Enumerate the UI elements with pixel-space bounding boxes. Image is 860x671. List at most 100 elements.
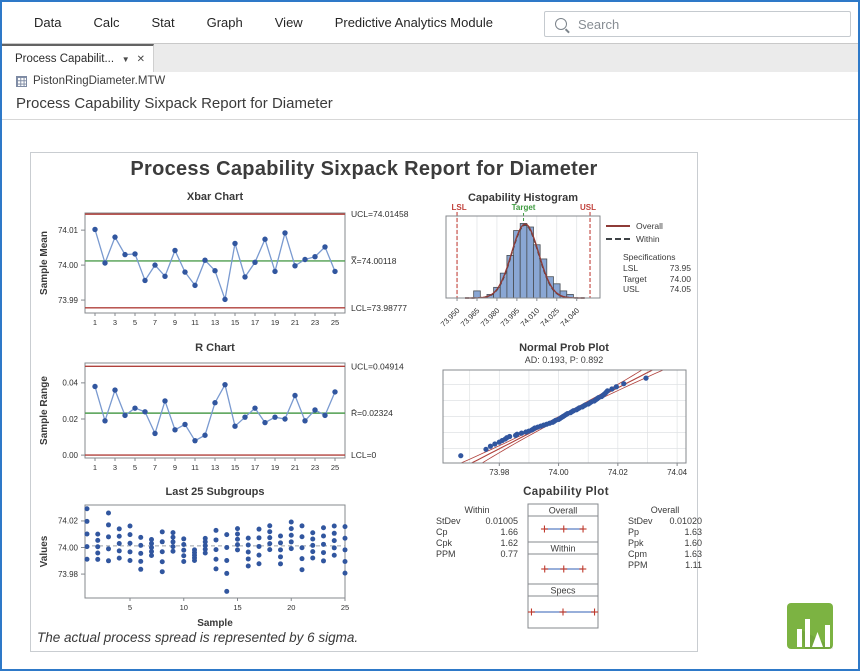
- svg-text:19: 19: [271, 463, 279, 472]
- svg-text:7: 7: [153, 463, 157, 472]
- r-chart: R ChartSample Range0.000.020.04135791113…: [33, 337, 433, 477]
- menu-item-view[interactable]: View: [259, 15, 319, 30]
- svg-text:LSL: LSL: [451, 203, 466, 212]
- report-footnote: The actual process spread is represented…: [37, 630, 358, 645]
- stat-label: StDev: [628, 516, 653, 527]
- svg-text:Sample Mean: Sample Mean: [39, 231, 50, 295]
- svg-text:25: 25: [331, 463, 339, 472]
- svg-text:Values: Values: [39, 535, 50, 567]
- divider: [2, 119, 858, 120]
- search-input[interactable]: [576, 16, 850, 33]
- menu-item-stat[interactable]: Stat: [135, 15, 190, 30]
- svg-text:17: 17: [251, 463, 259, 472]
- svg-text:25: 25: [341, 603, 349, 612]
- worksheet-name: PistonRingDiameter.MTW: [33, 75, 165, 87]
- svg-text:7: 7: [153, 318, 157, 327]
- stat-label: PPM: [628, 560, 648, 571]
- svg-text:21: 21: [291, 318, 299, 327]
- stat-row: StDev 0.01005: [436, 516, 518, 527]
- page-title: Process Capability Sixpack Report for Di…: [16, 95, 333, 112]
- svg-text:74.00: 74.00: [549, 468, 570, 477]
- svg-text:5: 5: [133, 463, 137, 472]
- svg-text:73.99: 73.99: [58, 296, 79, 305]
- svg-text:USL: USL: [580, 203, 596, 212]
- svg-text:74.04: 74.04: [667, 468, 688, 477]
- svg-text:LCL=73.98777: LCL=73.98777: [351, 303, 407, 313]
- minitab-logo[interactable]: [787, 603, 833, 649]
- stat-value: 0.01020: [669, 516, 702, 527]
- svg-text:Specs: Specs: [550, 586, 576, 596]
- svg-text:LCL=0: LCL=0: [351, 450, 377, 460]
- close-icon[interactable]: ✕: [137, 54, 145, 65]
- svg-text:13: 13: [211, 318, 219, 327]
- spec-label: Target: [623, 274, 647, 285]
- svg-text:21: 21: [291, 463, 299, 472]
- stat-value: 1.62: [500, 538, 518, 549]
- svg-text:1: 1: [93, 463, 97, 472]
- svg-text:73.98: 73.98: [58, 570, 79, 579]
- svg-text:Sample Range: Sample Range: [39, 376, 50, 445]
- minitab-logo-icon: [787, 603, 833, 649]
- stat-row: Ppk1.60: [628, 538, 702, 549]
- menu-item-calc[interactable]: Calc: [77, 15, 135, 30]
- tab-strip: Process Capabilit... ▼ ✕: [2, 44, 858, 72]
- overall-line-swatch: [606, 225, 630, 227]
- svg-text:R̄=0.02324: R̄=0.02324: [351, 408, 393, 418]
- last25-subgroups-chart: Last 25 SubgroupsValues73.9874.0074.0251…: [33, 481, 433, 631]
- stat-row: Cpk 1.62: [436, 538, 518, 549]
- stat-label: Ppk: [628, 538, 644, 549]
- stat-value: 1.63: [684, 527, 702, 538]
- spec-value: 74.00: [670, 274, 691, 285]
- within-line-swatch: [606, 238, 630, 240]
- tab-label: Process Capabilit...: [15, 53, 118, 65]
- search-box[interactable]: [544, 11, 851, 37]
- svg-text:Sample: Sample: [197, 618, 233, 629]
- svg-text:15: 15: [231, 463, 239, 472]
- svg-text:0.00: 0.00: [62, 451, 78, 460]
- capability-overall-stats: OverallStDev0.01020Pp1.63Ppk1.60Cpm1.63P…: [628, 505, 702, 571]
- svg-text:11: 11: [191, 463, 199, 472]
- spec-row: USL74.05: [623, 284, 691, 295]
- svg-text:74.040: 74.040: [559, 306, 582, 329]
- svg-text:5: 5: [128, 603, 132, 612]
- menu-item-graph[interactable]: Graph: [191, 15, 259, 30]
- legend-item-overall: Overall: [606, 219, 696, 232]
- svg-text:74.025: 74.025: [539, 306, 562, 329]
- svg-text:Last 25 Subgroups: Last 25 Subgroups: [165, 486, 264, 498]
- spec-row: Target 74.00: [623, 274, 691, 285]
- svg-text:R Chart: R Chart: [195, 342, 235, 354]
- svg-text:11: 11: [191, 318, 199, 327]
- specifications-panel: SpecificationsLSL73.95Target74.00USL74.0…: [623, 252, 691, 295]
- chevron-down-icon[interactable]: ▼: [122, 55, 130, 64]
- svg-text:9: 9: [173, 318, 177, 327]
- svg-text:15: 15: [233, 603, 241, 612]
- svg-text:Within: Within: [550, 544, 575, 554]
- stat-label: Pp: [628, 527, 639, 538]
- menu-item-data[interactable]: Data: [18, 15, 77, 30]
- svg-text:15: 15: [231, 318, 239, 327]
- svg-text:74.00: 74.00: [58, 261, 79, 270]
- spec-label: USL: [623, 284, 640, 295]
- stat-label: PPM: [436, 549, 456, 560]
- svg-text:1: 1: [93, 318, 97, 327]
- legend-label: Overall: [636, 221, 663, 231]
- legend-item-within: Within: [606, 232, 696, 245]
- stat-label: StDev: [436, 516, 461, 527]
- svg-text:0.04: 0.04: [62, 379, 78, 388]
- stat-value: 0.01005: [485, 516, 518, 527]
- menu-item-predictive-analytics-module[interactable]: Predictive Analytics Module: [319, 15, 509, 30]
- report-canvas[interactable]: Process Capability Sixpack Report for Di…: [30, 152, 698, 652]
- svg-text:20: 20: [287, 603, 295, 612]
- svg-text:Xbar Chart: Xbar Chart: [187, 191, 244, 203]
- tab-process-capability[interactable]: Process Capabilit... ▼ ✕: [2, 44, 154, 72]
- normal-prob-plot: Normal Prob PlotAD: 0.193, P: 0.89273.98…: [433, 339, 699, 481]
- xbar-chart: Xbar ChartSample Mean73.9974.0074.011357…: [33, 179, 433, 333]
- histogram-legend: OverallWithin: [606, 219, 696, 245]
- stat-value: 0.77: [500, 549, 518, 560]
- worksheet-row[interactable]: PistonRingDiameter.MTW: [16, 75, 165, 87]
- stat-label: Cpk: [436, 538, 452, 549]
- svg-text:74.02: 74.02: [58, 517, 79, 526]
- svg-text:10: 10: [180, 603, 188, 612]
- svg-text:74.02: 74.02: [608, 468, 629, 477]
- svg-text:UCL=74.01458: UCL=74.01458: [351, 209, 409, 219]
